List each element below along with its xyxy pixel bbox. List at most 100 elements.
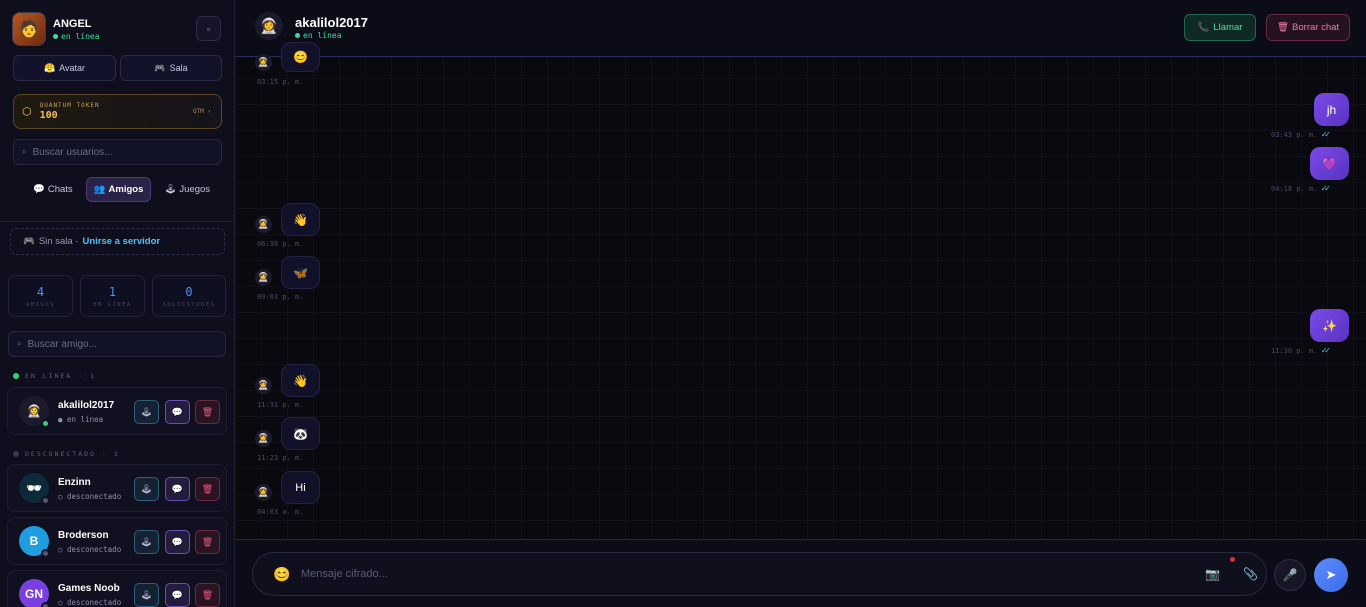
sender-avatar: 👩‍🚀 [255, 484, 272, 501]
friend-card[interactable]: 🕶 Enzinn ○ desconectado 🕹 💬 🗑 [7, 464, 227, 512]
chat-icon: 💬 [171, 483, 184, 494]
chat-icon: 💬 [171, 406, 184, 417]
chat-header: 👩‍🚀 akalilol2017 en línea 📞 Llamar 🗑 Borra… [235, 0, 1366, 57]
trash-icon: 🗑 [201, 406, 214, 417]
stat-online: 1 EN LÍNEA [80, 275, 145, 317]
contact-name: akalilol2017 [295, 15, 368, 30]
trash-icon: 🗑 [201, 483, 214, 494]
square-icon: ▫ [206, 23, 211, 34]
camera-icon[interactable]: 📷 [1205, 567, 1220, 581]
chat-icon: 💬 [33, 184, 45, 195]
read-ticks-icon: ✓✓ [1321, 184, 1330, 194]
message-button[interactable]: 💬 [165, 400, 190, 424]
sender-avatar: 👩‍🚀 [255, 54, 272, 71]
status-dot-icon [41, 549, 50, 558]
invite-game-button[interactable]: 🕹 [134, 477, 159, 501]
friend-status: ● en línea [58, 415, 104, 424]
friend-status: ○ desconectado [58, 492, 122, 501]
message-bubble[interactable]: 🦋 [281, 256, 320, 289]
stat-requests: 0 SOLICITUDES [152, 275, 226, 317]
tab-games[interactable]: 🕹 Juegos [157, 177, 217, 202]
invite-game-button[interactable]: 🕹 [134, 530, 159, 554]
mic-button[interactable]: 🎤 [1274, 559, 1306, 591]
friend-name: Broderson [58, 530, 109, 541]
friend-card[interactable]: GN Games Noob ○ desconectado 🕹 💬 🗑 [7, 570, 227, 607]
message-button[interactable]: 💬 [165, 477, 190, 501]
message-button[interactable]: 💬 [165, 530, 190, 554]
message-time: 09:03 p. m. [257, 293, 304, 301]
trash-icon: 🗑 [201, 589, 214, 600]
call-button[interactable]: 📞 Llamar [1184, 14, 1256, 41]
online-dot-icon [295, 33, 300, 38]
message-bubble[interactable]: Hi [281, 471, 320, 504]
emoji-icon[interactable]: 😊 [273, 566, 290, 583]
send-button[interactable]: ➤ [1314, 558, 1348, 592]
friend-name: akalilol2017 [58, 400, 115, 411]
microphone-icon: 🎤 [1282, 568, 1298, 582]
trash-icon: 🗑 [201, 536, 214, 547]
offline-group-header: DESCONECTADO · 3 [13, 450, 120, 458]
message-bubble[interactable]: jh [1314, 93, 1349, 126]
message-bubble[interactable]: 👋 [281, 364, 320, 397]
friend-card[interactable]: 👩‍🚀 akalilol2017 ● en línea 🕹 💬 🗑 [7, 387, 227, 435]
online-dot-icon [13, 373, 19, 379]
message-button[interactable]: 💬 [165, 583, 190, 607]
message-bubble[interactable]: 😊 [281, 42, 320, 72]
tab-chats[interactable]: 💬 Chats [26, 177, 80, 202]
token-unit: QTM › [192, 108, 211, 115]
message-bubble[interactable]: ✨ [1310, 309, 1349, 342]
avatar-icon: 😤 [43, 62, 56, 73]
remove-friend-button[interactable]: 🗑 [195, 530, 220, 554]
message-time: 04:18 p. m. ✓✓ [1271, 184, 1330, 194]
search-users-input[interactable]: ⌕ Buscar usuarios... [13, 139, 222, 165]
gamepad-icon: 🎮 [23, 236, 35, 247]
contact-status: en línea [295, 31, 342, 40]
message-time: 11:23 p. m. [257, 454, 304, 462]
clear-chat-button[interactable]: 🗑 Borrar chat [1266, 14, 1350, 41]
paperclip-icon[interactable]: 📎 [1243, 567, 1258, 581]
sender-avatar: 👩‍🚀 [255, 269, 272, 286]
friend-name: Games Noob [58, 583, 120, 594]
phone-icon: 📞 [1197, 22, 1210, 33]
record-dot-icon [1230, 557, 1235, 562]
invite-game-button[interactable]: 🕹 [134, 583, 159, 607]
message-bubble[interactable]: 🐼 [281, 417, 320, 450]
message-bubble[interactable]: 💜 [1310, 147, 1349, 180]
search-friend-input[interactable]: ⌕ Buscar amigo... [8, 331, 226, 357]
read-ticks-icon: ✓✓ [1321, 346, 1330, 356]
contact-avatar[interactable]: 👩‍🚀 [255, 12, 283, 40]
remove-friend-button[interactable]: 🗑 [195, 400, 220, 424]
avatar-button[interactable]: 😤 Avatar [13, 55, 116, 81]
online-dot-icon [53, 33, 58, 39]
sender-avatar: 👩‍🚀 [255, 216, 272, 233]
tab-friends[interactable]: 👥 Amigos [85, 177, 152, 202]
offline-dot-icon [13, 451, 19, 457]
message-time: 03:43 p. m. ✓✓ [1271, 130, 1330, 140]
joystick-icon: 🕹 [140, 483, 153, 494]
composer: 😊 Mensaje cifrado... 📷 📎 🎤 ➤ [235, 539, 1366, 607]
invite-game-button[interactable]: 🕹 [134, 400, 159, 424]
quantum-token-card[interactable]: ⬡ QUANTUM TOKEN 100 QTM › [13, 94, 222, 129]
message-time: 03:15 p. m. [257, 78, 304, 86]
room-button[interactable]: 🎮 Sala [120, 55, 222, 81]
chat-icon: 💬 [171, 589, 184, 600]
remove-friend-button[interactable]: 🗑 [195, 583, 220, 607]
my-name: ANGEL [53, 17, 92, 30]
gamepad-icon: 🎮 [154, 62, 166, 73]
message-input[interactable]: 😊 Mensaje cifrado... 📷 📎 [252, 552, 1267, 596]
friend-card[interactable]: B Broderson ○ desconectado 🕹 💬 🗑 [7, 517, 227, 565]
friend-name: Enzinn [58, 477, 91, 488]
my-status: en línea [53, 32, 100, 41]
search-icon: ⌕ [22, 147, 27, 156]
remove-friend-button[interactable]: 🗑 [195, 477, 220, 501]
join-server-link[interactable]: Unirse a servidor [82, 236, 160, 247]
message-time: 11:31 p. m. [257, 401, 304, 409]
send-icon: ➤ [1325, 567, 1337, 582]
my-avatar[interactable]: 🧑 [12, 12, 46, 46]
sidebar: 🧑 ANGEL en línea ▫ 😤 Avatar 🎮 Sala ⬡ QUANT… [0, 0, 235, 607]
friends-icon: 👥 [93, 184, 106, 195]
profile[interactable]: 🧑 ANGEL en línea [12, 12, 100, 46]
message-bubble[interactable]: 👋 [281, 203, 320, 236]
message-time: 04:03 a. m. [257, 508, 304, 516]
settings-button[interactable]: ▫ [196, 16, 221, 41]
